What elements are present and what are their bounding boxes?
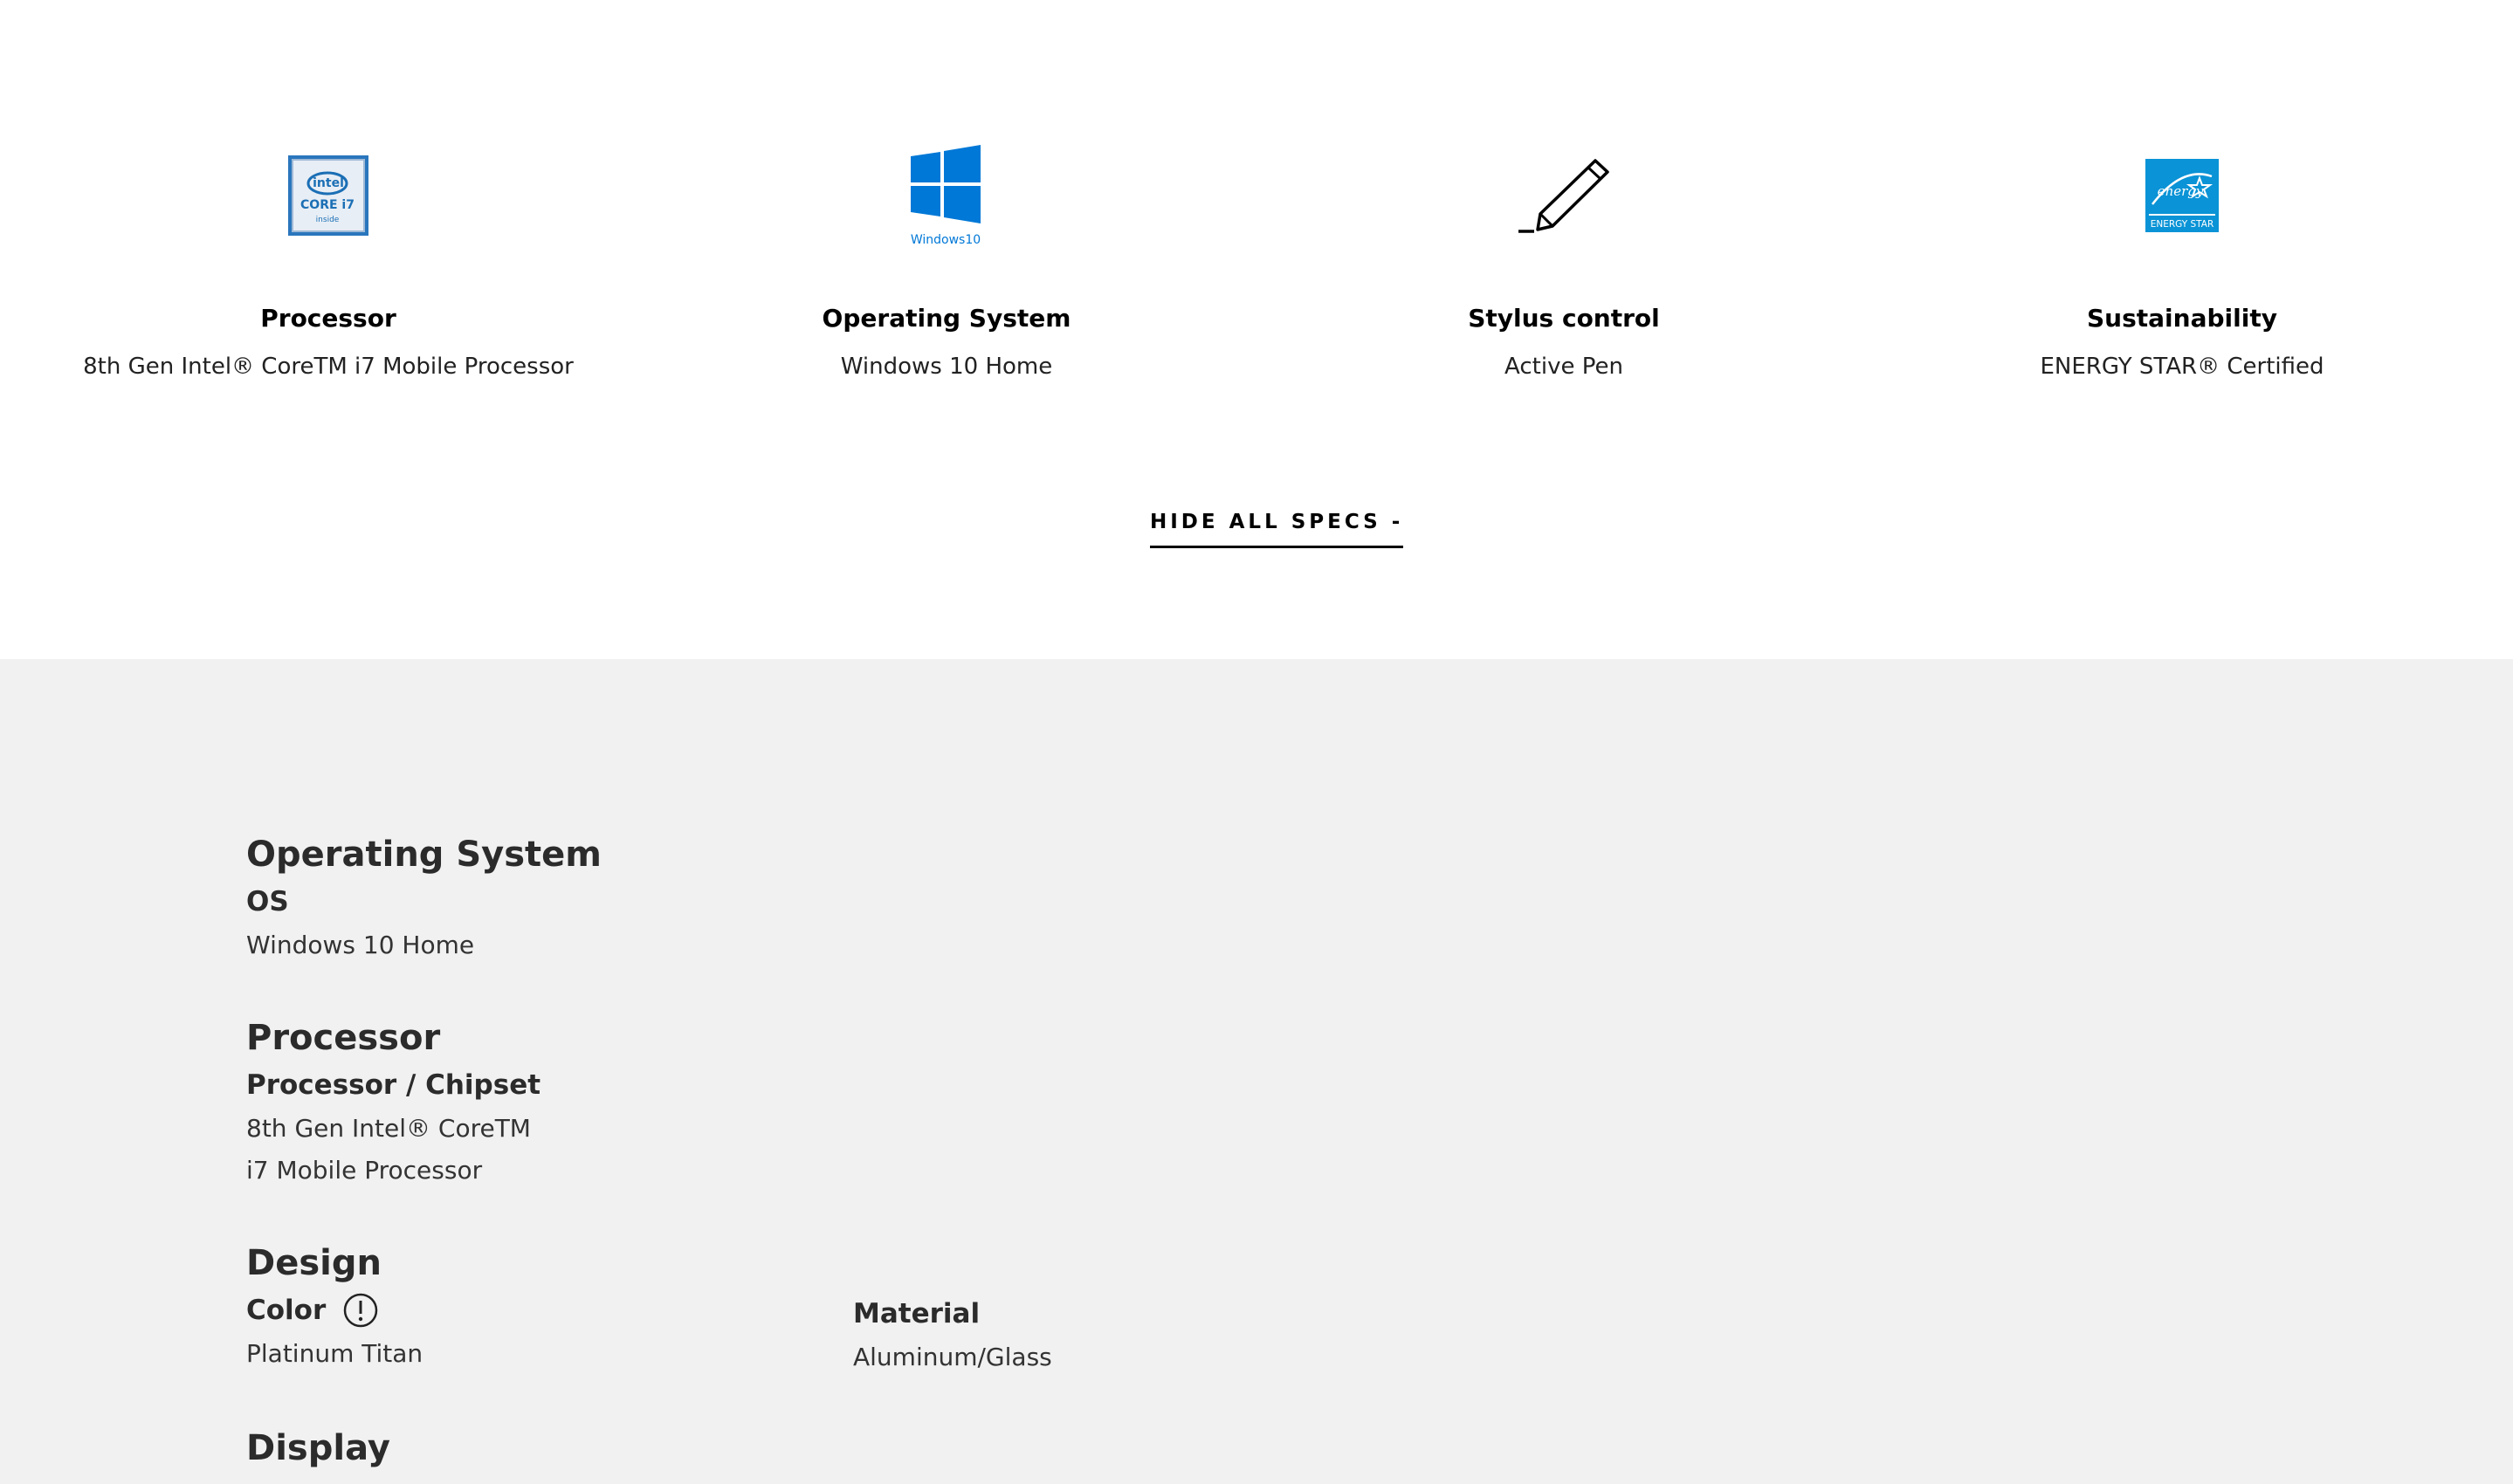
spec-group-heading: Processor: [246, 1018, 441, 1058]
highlight-title: Processor: [260, 304, 396, 333]
spec-group-heading: Operating System: [246, 835, 602, 875]
stylus-pen-icon: [1255, 140, 1873, 251]
info-icon[interactable]: [343, 1293, 378, 1328]
highlight-sustainability: energy ENERGY STAR Sustainability ENERGY…: [1873, 140, 2491, 381]
highlight-title: Sustainability: [2087, 304, 2277, 333]
highlight-desc: Windows 10 Home: [840, 354, 1053, 380]
highlight-stylus-control: Stylus control Active Pen: [1255, 140, 1873, 381]
highlight-processor: intel CORE i7 inside Processor 8th Gen I…: [19, 140, 637, 381]
spec-group-operating-system: Operating System OS Windows 10 Home: [246, 834, 602, 966]
spec-value: Aluminum/Glass: [853, 1343, 1052, 1371]
spec-group-processor: Processor Processor / Chipset 8th Gen In…: [246, 1017, 561, 1192]
spec-item-material: Material Aluminum/Glass: [853, 1296, 1052, 1378]
spec-value: Windows 10 Home: [246, 931, 475, 959]
spec-value: Platinum Titan: [246, 1339, 423, 1368]
intel-core-i7-icon: intel CORE i7 inside: [19, 140, 637, 251]
hide-all-specs-button[interactable]: HIDE ALL SPECS -: [1150, 511, 1404, 548]
svg-text:ENERGY STAR: ENERGY STAR: [2151, 219, 2214, 230]
svg-text:inside: inside: [316, 216, 340, 224]
spec-list: Operating System OS Windows 10 Home Proc…: [0, 659, 2513, 1484]
svg-text:intel: intel: [313, 176, 344, 190]
spec-group-display: Display: [246, 1427, 390, 1469]
spec-group-heading: Design: [246, 1243, 382, 1283]
spec-label: OS: [246, 886, 289, 917]
spec-group-design: Design Color Platinum Titan: [246, 1242, 423, 1375]
highlight-desc: Active Pen: [1504, 354, 1623, 380]
svg-text:CORE i7: CORE i7: [300, 198, 355, 212]
energy-star-icon: energy ENERGY STAR: [1873, 140, 2491, 251]
highlight-title: Operating System: [822, 304, 1071, 333]
svg-text:Windows10: Windows10: [911, 233, 981, 247]
spec-label-color: Color: [246, 1293, 423, 1328]
spec-label: Material: [853, 1298, 981, 1329]
spec-highlights: intel CORE i7 inside Processor 8th Gen I…: [0, 0, 2513, 659]
highlight-title: Stylus control: [1468, 304, 1660, 333]
spec-group-heading: Display: [246, 1428, 390, 1468]
spec-label: Processor / Chipset: [246, 1069, 541, 1101]
highlight-desc: ENERGY STAR® Certified: [2040, 354, 2324, 380]
spec-value: 8th Gen Intel® CoreTM i7 Mobile Processo…: [246, 1114, 531, 1185]
windows-10-icon: Windows10: [637, 140, 1256, 251]
highlight-operating-system: Windows10 Operating System Windows 10 Ho…: [637, 140, 1256, 381]
highlight-desc: 8th Gen Intel® CoreTM i7 Mobile Processo…: [83, 354, 574, 380]
spec-label-text: Color: [246, 1295, 327, 1326]
